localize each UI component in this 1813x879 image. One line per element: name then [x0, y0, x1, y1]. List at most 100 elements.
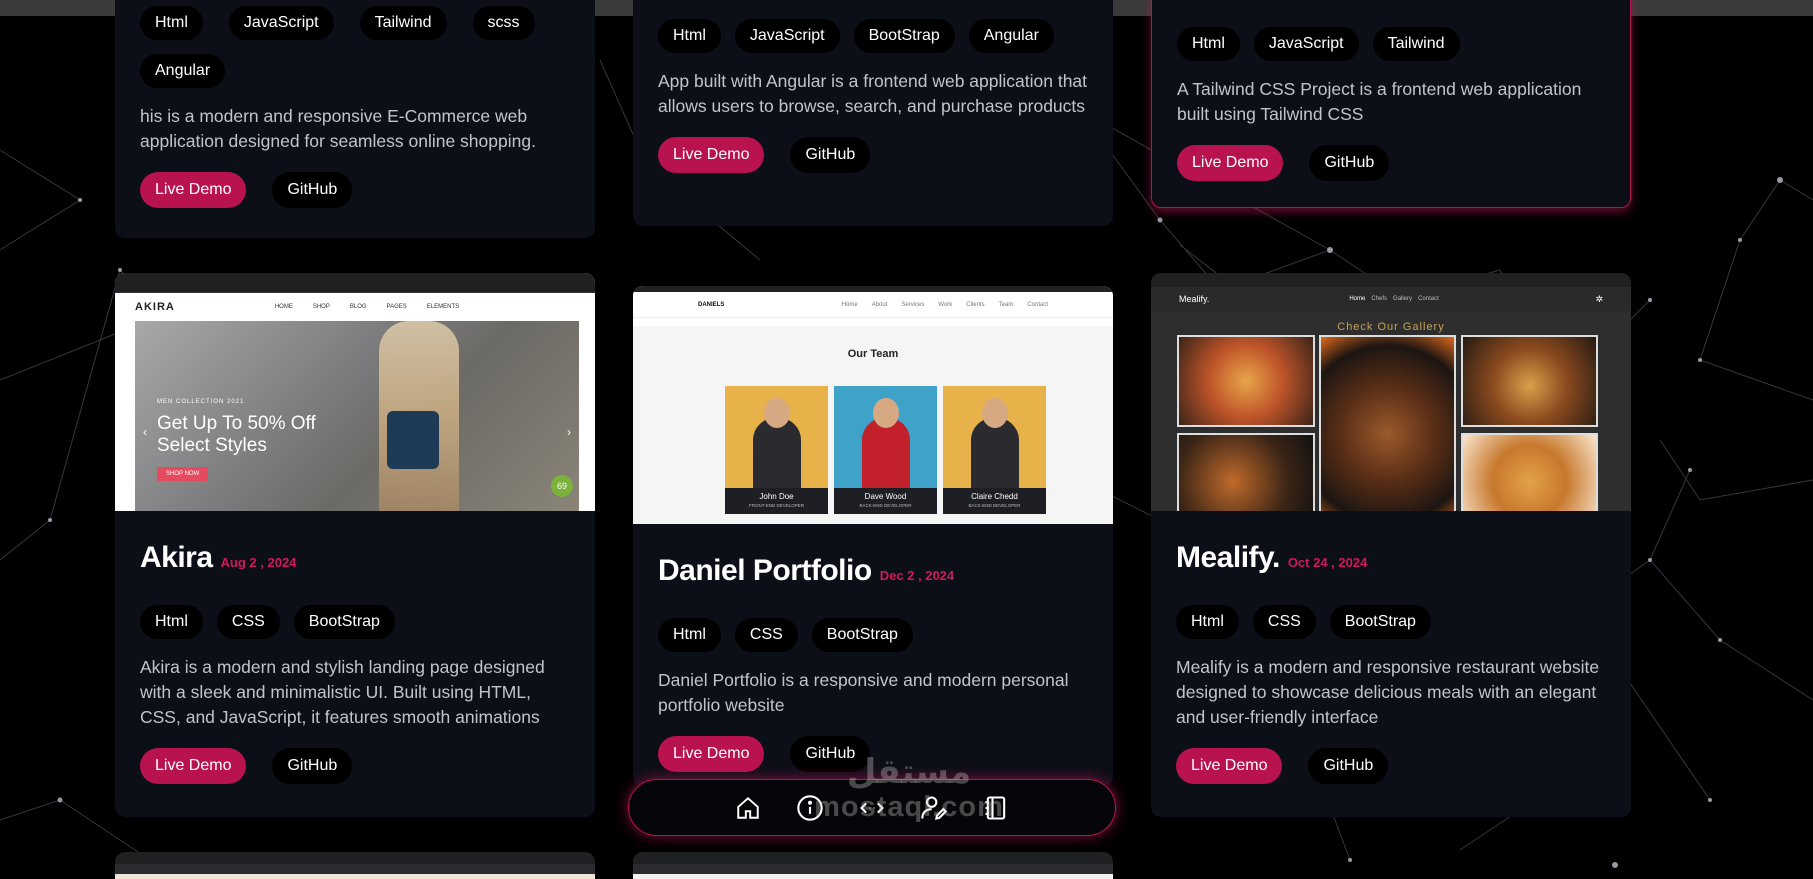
tag: Tailwind	[1372, 27, 1460, 61]
project-description: Mealify is a modern and responsive resta…	[1176, 657, 1600, 727]
project-title: Daniel Portfolio	[658, 554, 872, 587]
tag: BootStrap	[853, 19, 955, 53]
project-description: Daniel Portfolio is a responsive and mod…	[658, 670, 1069, 715]
project-title: Akira	[140, 541, 213, 574]
member-name: Dave Wood	[864, 492, 907, 501]
tag: scss	[472, 6, 535, 40]
tag: BootStrap	[293, 605, 395, 639]
project-description: Akira is a modern and stylish landing pa…	[140, 657, 545, 727]
project-date: Aug 2 , 2024	[220, 555, 297, 570]
member-role: BACK-END DEVELOPER	[859, 503, 912, 508]
watermark-arabic: مستقل	[846, 753, 972, 791]
tag: JavaScript	[228, 6, 334, 40]
live-demo-button[interactable]: Live Demo	[658, 137, 765, 173]
count-badge: 69	[551, 475, 573, 497]
akira-hero: ‹ › MEN COLLECTION 2021 Get Up To 50% Of…	[135, 321, 579, 511]
mealify-gallery: Check Our Gallery	[1151, 311, 1631, 511]
tag-list: Html CSS BootStrap	[140, 605, 575, 639]
team-heading: Our Team	[847, 348, 899, 360]
akira-nav-item: HOME	[274, 304, 293, 310]
member-name: John Doe	[759, 492, 794, 501]
pizza-slice-image	[1177, 433, 1315, 511]
tag: Html	[1177, 27, 1240, 61]
daniel-nav: DANIELS Home About Services Work Clients…	[633, 292, 1113, 318]
project-screenshot[interactable]: DANIELS Home About Services Work Clients…	[633, 286, 1113, 524]
team-member: Dave Wood BACK-END DEVELOPER	[834, 386, 937, 514]
gallery-heading: Check Our Gallery	[1337, 321, 1445, 333]
akira-nav: AKIRA HOME SHOP BLOG PAGES ELEMENTS	[115, 293, 595, 321]
gear-icon: ✲	[1595, 293, 1603, 304]
mealify-nav-item: Home	[1349, 296, 1366, 302]
tag-list: Html CSS BootStrap	[1176, 605, 1611, 639]
tag: Html	[658, 618, 721, 652]
mealify-nav-item: Gallery	[1393, 296, 1413, 302]
akira-nav-item: PAGES	[386, 304, 407, 310]
akira-nav-item: BLOG	[349, 304, 367, 310]
tag: Angular	[968, 19, 1054, 53]
project-screenshot[interactable]: AKIRA HOME SHOP BLOG PAGES ELEMENTS ‹ › …	[115, 273, 595, 511]
watermark-latin: mostaql.com	[814, 791, 1004, 823]
mealify-nav-item: Contact	[1418, 296, 1439, 302]
tag: JavaScript	[734, 19, 840, 53]
project-title: Mealify.	[1176, 541, 1280, 574]
team-member: John Doe FRONT-END DEVELOPER	[725, 386, 828, 514]
mealify-nav: Mealify. Home Chefs Gallery Contact ✲	[1151, 287, 1631, 311]
tag-list: Html JavaScript Tailwind scss Angular	[140, 6, 575, 88]
home-icon[interactable]	[733, 793, 763, 823]
tag: Html	[1176, 605, 1239, 639]
chicken-image	[1461, 433, 1598, 511]
tag: BootStrap	[811, 618, 913, 652]
project-description: A Tailwind CSS Project is a frontend web…	[1177, 79, 1582, 124]
project-screenshot[interactable]: Mealify. Home Chefs Gallery Contact ✲ Ch…	[1151, 273, 1631, 511]
github-button[interactable]: GitHub	[272, 172, 353, 208]
live-demo-button[interactable]: Live Demo	[1177, 145, 1284, 181]
tag: CSS	[216, 605, 280, 639]
tag: Angular	[140, 54, 226, 88]
tag: CSS	[1252, 605, 1316, 639]
daniel-nav-item: Work	[938, 301, 953, 308]
tag: JavaScript	[1253, 27, 1359, 61]
tag: Html	[140, 605, 203, 639]
project-card-ecommerce: Html JavaScript Tailwind scss Angular hi…	[115, 0, 595, 238]
project-card-next-1	[115, 852, 595, 879]
hero-subtitle: MEN COLLECTION 2021	[157, 399, 245, 405]
github-button[interactable]: GitHub	[1309, 145, 1390, 181]
project-description: App built with Angular is a frontend web…	[658, 71, 1088, 116]
akira-nav-item: SHOP	[312, 304, 330, 310]
team-member: Claire Chedd BACK-END DEVELOPER	[943, 386, 1046, 514]
tag-list: Html JavaScript Tailwind	[1177, 27, 1610, 61]
steak-image	[1319, 335, 1456, 511]
live-demo-button[interactable]: Live Demo	[140, 172, 247, 208]
shop-now-button: SHOP NOW	[157, 467, 209, 481]
mealify-nav-item: Chefs	[1371, 296, 1388, 302]
tag: BootStrap	[1329, 605, 1431, 639]
tag: Html	[658, 19, 721, 53]
github-button[interactable]: GitHub	[1308, 748, 1389, 784]
project-date: Dec 2 , 2024	[879, 568, 955, 583]
github-button[interactable]: GitHub	[272, 748, 353, 784]
project-card-angular: Html JavaScript BootStrap Angular App bu…	[633, 0, 1113, 226]
live-demo-button[interactable]: Live Demo	[140, 748, 247, 784]
github-button[interactable]: GitHub	[790, 137, 871, 173]
project-card-mealify: Mealify. Home Chefs Gallery Contact ✲ Ch…	[1151, 273, 1631, 817]
tag-list: Html JavaScript BootStrap Angular	[658, 19, 1093, 53]
chevron-right-icon: ›	[567, 425, 571, 439]
tag-list: Html CSS BootStrap	[658, 618, 1093, 652]
project-card-daniel-portfolio: DANIELS Home About Services Work Clients…	[633, 286, 1113, 786]
tag: Html	[140, 6, 203, 40]
member-role: FRONT-END DEVELOPER	[748, 503, 804, 508]
member-role: BACK-END DEVELOPER	[968, 503, 1021, 508]
project-card-tailwind: Html JavaScript Tailwind A Tailwind CSS …	[1151, 0, 1631, 208]
live-demo-button[interactable]: Live Demo	[658, 736, 765, 772]
pizza-image	[1177, 335, 1315, 427]
akira-logo: AKIRA	[135, 301, 175, 313]
project-card-akira: AKIRA HOME SHOP BLOG PAGES ELEMENTS ‹ › …	[115, 273, 595, 817]
daniel-nav-item: Team	[998, 301, 1014, 308]
member-name: Claire Chedd	[971, 492, 1018, 501]
project-date: Oct 24 , 2024	[1287, 555, 1368, 570]
mostaql-watermark: مستقل mostaql.com	[794, 752, 1024, 822]
browser-bar	[115, 273, 595, 293]
daniel-logo: DANIELS	[698, 301, 725, 308]
live-demo-button[interactable]: Live Demo	[1176, 748, 1283, 784]
tag: Tailwind	[359, 6, 447, 40]
